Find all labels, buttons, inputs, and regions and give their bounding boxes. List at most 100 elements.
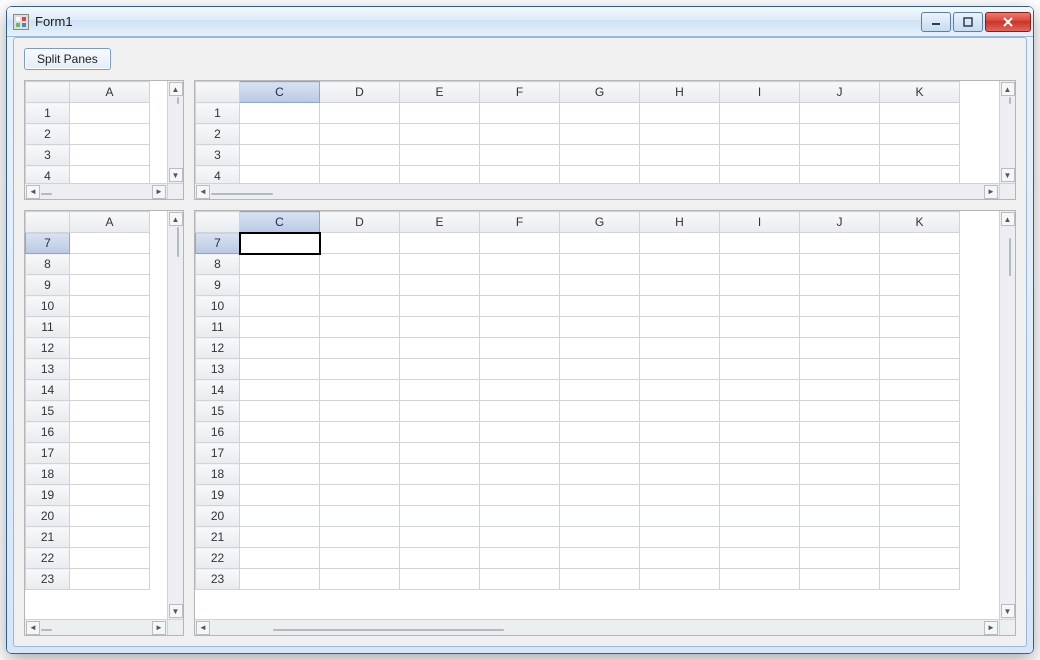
cell[interactable] (560, 145, 640, 166)
cell[interactable] (880, 569, 960, 590)
cell[interactable] (640, 548, 720, 569)
cell[interactable] (800, 166, 880, 184)
scroll-right-icon[interactable]: ► (984, 621, 998, 635)
cell[interactable] (800, 380, 880, 401)
row-header[interactable]: 23 (26, 569, 70, 590)
cell[interactable] (640, 422, 720, 443)
column-header[interactable]: A (70, 82, 150, 103)
cell[interactable] (400, 527, 480, 548)
cell[interactable] (400, 124, 480, 145)
cell[interactable] (320, 422, 400, 443)
row-header[interactable]: 20 (196, 506, 240, 527)
row-header[interactable]: 11 (26, 317, 70, 338)
cell[interactable] (480, 338, 560, 359)
cell[interactable] (70, 359, 150, 380)
cell[interactable] (320, 145, 400, 166)
column-header[interactable]: D (320, 212, 400, 233)
cell[interactable] (400, 317, 480, 338)
cell[interactable] (640, 254, 720, 275)
cell[interactable] (480, 275, 560, 296)
row-header[interactable]: 13 (196, 359, 240, 380)
column-header[interactable]: H (640, 82, 720, 103)
cell[interactable] (720, 569, 800, 590)
row-header[interactable]: 15 (26, 401, 70, 422)
cell[interactable] (800, 422, 880, 443)
row-header[interactable]: 1 (196, 103, 240, 124)
cell[interactable] (480, 422, 560, 443)
cell[interactable] (480, 124, 560, 145)
cell[interactable] (320, 233, 400, 254)
cell[interactable] (560, 166, 640, 184)
cell[interactable] (240, 166, 320, 184)
column-header[interactable]: G (560, 82, 640, 103)
cell[interactable] (640, 359, 720, 380)
cell[interactable] (400, 166, 480, 184)
cell[interactable] (560, 443, 640, 464)
cell[interactable] (480, 254, 560, 275)
cell[interactable] (720, 401, 800, 422)
select-all-corner[interactable] (196, 212, 240, 233)
vertical-scrollbar[interactable]: ▲▼ (167, 211, 183, 619)
cell[interactable] (640, 233, 720, 254)
cell[interactable] (320, 103, 400, 124)
cell[interactable] (720, 422, 800, 443)
column-header[interactable]: C (240, 212, 320, 233)
cell[interactable] (320, 380, 400, 401)
cell[interactable] (400, 275, 480, 296)
row-header[interactable]: 21 (196, 527, 240, 548)
cell[interactable] (70, 380, 150, 401)
cell[interactable] (480, 548, 560, 569)
row-header[interactable]: 21 (26, 527, 70, 548)
row-header[interactable]: 2 (196, 124, 240, 145)
cell[interactable] (240, 233, 320, 254)
cell[interactable] (480, 296, 560, 317)
column-header[interactable]: A (70, 212, 150, 233)
cell[interactable] (480, 401, 560, 422)
cell[interactable] (400, 485, 480, 506)
cell[interactable] (880, 548, 960, 569)
cell[interactable] (480, 103, 560, 124)
cell[interactable] (480, 359, 560, 380)
cell[interactable] (320, 401, 400, 422)
cell[interactable] (240, 359, 320, 380)
cell[interactable] (560, 506, 640, 527)
row-header[interactable]: 14 (26, 380, 70, 401)
cell[interactable] (240, 506, 320, 527)
cell[interactable] (640, 527, 720, 548)
cell[interactable] (640, 380, 720, 401)
cell[interactable] (400, 548, 480, 569)
row-header[interactable]: 3 (196, 145, 240, 166)
cell[interactable] (320, 548, 400, 569)
cell[interactable] (70, 527, 150, 548)
cell[interactable] (800, 254, 880, 275)
vertical-scrollbar[interactable]: ▲▼ (999, 81, 1015, 183)
column-header[interactable]: H (640, 212, 720, 233)
scroll-left-icon[interactable]: ◄ (26, 621, 40, 635)
row-header[interactable]: 4 (26, 166, 70, 184)
cell[interactable] (560, 124, 640, 145)
scroll-thumb[interactable] (1009, 97, 1011, 104)
cell[interactable] (400, 359, 480, 380)
row-header[interactable]: 10 (196, 296, 240, 317)
scroll-thumb[interactable] (41, 629, 52, 631)
scroll-down-icon[interactable]: ▼ (1001, 168, 1015, 182)
cell[interactable] (240, 296, 320, 317)
cell[interactable] (800, 317, 880, 338)
cell[interactable] (240, 548, 320, 569)
cell[interactable] (400, 296, 480, 317)
scroll-thumb[interactable] (41, 193, 52, 195)
scroll-up-icon[interactable]: ▲ (169, 82, 183, 96)
column-header[interactable]: K (880, 82, 960, 103)
cell[interactable] (880, 401, 960, 422)
scroll-down-icon[interactable]: ▼ (1001, 604, 1015, 618)
cell[interactable] (800, 485, 880, 506)
scroll-down-icon[interactable]: ▼ (169, 604, 183, 618)
cell[interactable] (640, 485, 720, 506)
row-header[interactable]: 10 (26, 296, 70, 317)
row-header[interactable]: 13 (26, 359, 70, 380)
cell[interactable] (480, 464, 560, 485)
scroll-right-icon[interactable]: ► (152, 185, 166, 199)
cell[interactable] (240, 485, 320, 506)
cell[interactable] (880, 254, 960, 275)
cell[interactable] (320, 569, 400, 590)
